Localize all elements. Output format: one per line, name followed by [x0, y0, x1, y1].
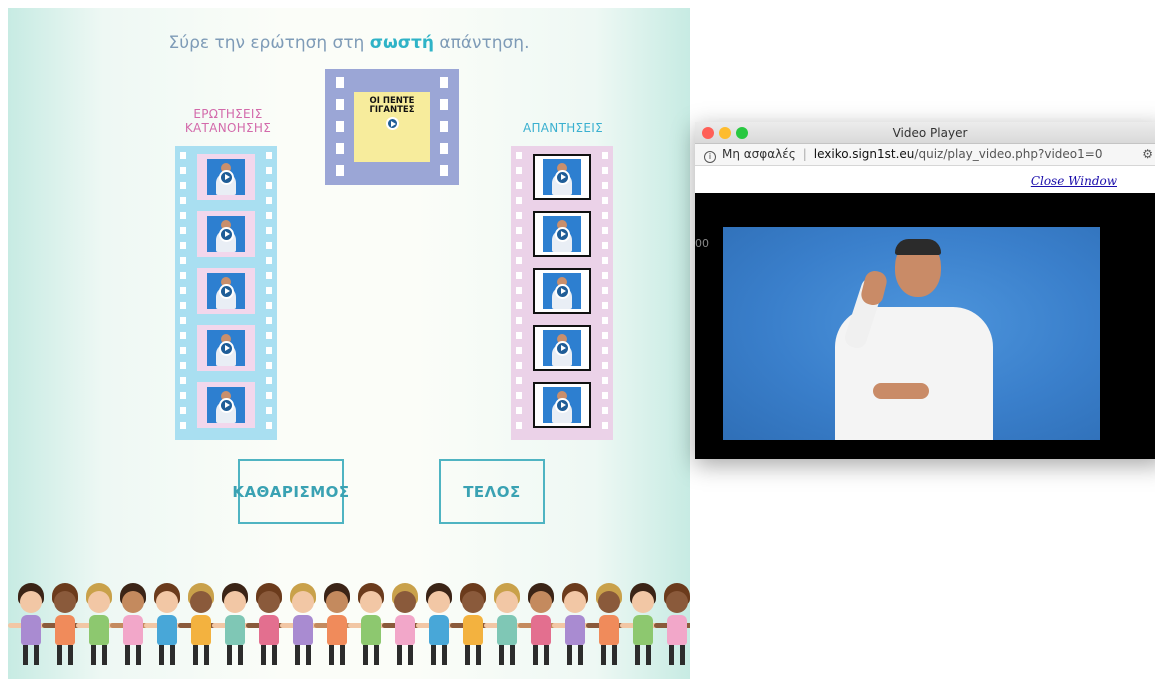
video-thumbnail — [207, 216, 245, 252]
quiz-page: Σύρε την ερώτηση στη σωστή απάντηση. ΕΡΩ… — [8, 8, 690, 679]
video-thumbnail — [543, 216, 581, 252]
answer-video-1[interactable] — [533, 154, 591, 200]
sign-language-video[interactable] — [723, 227, 1100, 440]
child-figure — [654, 583, 690, 669]
video-thumbnail — [543, 387, 581, 423]
play-icon[interactable] — [385, 117, 399, 130]
video-thumbnail — [207, 159, 245, 195]
question-video-2[interactable] — [197, 211, 255, 257]
video-area[interactable]: 00 — [695, 193, 1155, 459]
film-holes-left — [336, 77, 344, 177]
signer-lower-hand — [873, 383, 929, 399]
film-holes-left — [516, 152, 522, 434]
close-window-link[interactable]: Close Window — [1031, 174, 1117, 188]
questions-title: ΕΡΩΤΗΣΕΙΣ ΚΑΤΑΝΟΗΣΗΣ — [184, 107, 272, 135]
child-figure — [280, 583, 326, 669]
child-figure — [144, 583, 190, 669]
child-figure — [586, 583, 632, 669]
child-figure — [76, 583, 122, 669]
instruction-emphasis: σωστή — [369, 33, 434, 53]
answer-video-2[interactable] — [533, 211, 591, 257]
answers-film-strip — [511, 146, 613, 440]
instruction-text: Σύρε την ερώτηση στη σωστή απάντηση. — [168, 33, 530, 53]
child-figure — [246, 583, 292, 669]
child-figure — [110, 583, 156, 669]
main-story-film: ΟΙ ΠΕΝΤΕ ΓΙΓΑΝΤΕΣ — [325, 69, 459, 185]
url-path: /quiz/play_video.php?video1=0 — [914, 147, 1103, 161]
answer-video-3[interactable] — [533, 268, 591, 314]
child-figure — [518, 583, 564, 669]
video-player-window: Video Player i Μη ασφαλές | lexiko.sign1st.… — [695, 122, 1155, 459]
signer-hair — [895, 239, 941, 255]
video-thumbnail — [543, 159, 581, 195]
window-title: Video Player — [892, 126, 968, 140]
play-icon[interactable] — [554, 340, 570, 356]
play-icon[interactable] — [218, 169, 234, 185]
end-button[interactable]: ΤΕΛΟΣ — [439, 459, 545, 524]
child-figure — [620, 583, 666, 669]
info-icon[interactable]: i — [704, 151, 716, 163]
question-video-4[interactable] — [197, 325, 255, 371]
video-thumbnail — [543, 330, 581, 366]
question-video-5[interactable] — [197, 382, 255, 428]
play-icon[interactable] — [554, 169, 570, 185]
play-icon[interactable] — [554, 397, 570, 413]
question-video-1[interactable] — [197, 154, 255, 200]
child-figure — [552, 583, 598, 669]
question-video-3[interactable] — [197, 268, 255, 314]
video-time-fragment: 00 — [695, 237, 709, 250]
video-thumbnail — [543, 273, 581, 309]
child-figure — [348, 583, 394, 669]
play-icon[interactable] — [554, 283, 570, 299]
questions-film-strip — [175, 146, 277, 440]
child-figure — [212, 583, 258, 669]
play-icon[interactable] — [218, 226, 234, 242]
clear-button[interactable]: ΚΑΘΑΡΙΣΜΟΣ — [232, 459, 349, 524]
zoom-window-icon[interactable] — [736, 127, 748, 139]
child-figure — [382, 583, 428, 669]
child-figure — [8, 583, 54, 669]
main-story-card[interactable]: ΟΙ ΠΕΝΤΕ ΓΙΓΑΝΤΕΣ — [354, 92, 430, 162]
url-domain: lexiko.sign1st.eu — [813, 147, 915, 161]
film-holes-right — [266, 152, 272, 434]
child-figure — [484, 583, 530, 669]
child-figure — [450, 583, 496, 669]
play-icon[interactable] — [218, 283, 234, 299]
child-figure — [178, 583, 224, 669]
film-holes-left — [180, 152, 186, 434]
close-window-icon[interactable] — [702, 127, 714, 139]
answer-video-5[interactable] — [533, 382, 591, 428]
answer-video-4[interactable] — [533, 325, 591, 371]
children-illustration — [8, 579, 690, 669]
play-icon[interactable] — [218, 397, 234, 413]
main-story-title-line2: ΓΙΓΑΝΤΕΣ — [369, 105, 415, 115]
address-bar[interactable]: i Μη ασφαλές | lexiko.sign1st.eu/quiz/play_… — [695, 144, 1155, 166]
minimize-window-icon[interactable] — [719, 127, 731, 139]
video-thumbnail — [207, 387, 245, 423]
play-icon[interactable] — [554, 226, 570, 242]
close-window-bar: Close Window — [695, 166, 1155, 193]
extension-icon[interactable]: ⚙ — [1142, 144, 1153, 165]
child-figure — [42, 583, 88, 669]
security-label: Μη ασφαλές — [722, 147, 796, 161]
answers-title: ΑΠΑΝΤΗΣΕΙΣ — [522, 121, 604, 135]
play-icon[interactable] — [218, 340, 234, 356]
video-thumbnail — [207, 330, 245, 366]
window-titlebar: Video Player — [695, 122, 1155, 144]
child-figure — [416, 583, 462, 669]
film-holes-right — [602, 152, 608, 434]
film-holes-right — [440, 77, 448, 177]
child-figure — [314, 583, 360, 669]
signer-raised-hand — [859, 268, 889, 308]
video-thumbnail — [207, 273, 245, 309]
